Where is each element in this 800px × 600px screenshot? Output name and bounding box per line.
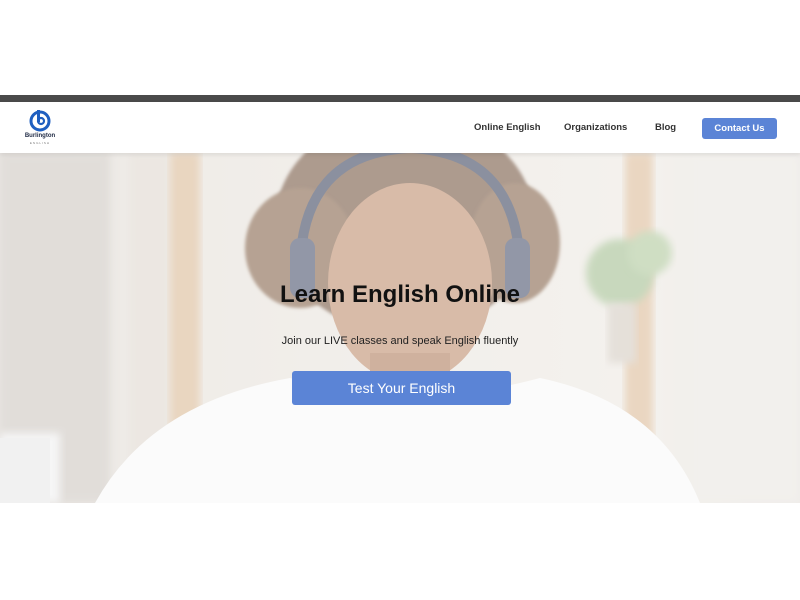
brand-subtitle: ENGLISH — [29, 141, 51, 145]
browser-top-bar — [0, 95, 800, 102]
hero-overlay — [0, 153, 800, 503]
brand-name: Burlington — [24, 133, 56, 139]
hero-title: Learn English Online — [279, 281, 521, 308]
hero-subtitle: Join our LIVE classes and speak English … — [281, 335, 519, 347]
contact-us-button[interactable]: Contact Us — [702, 118, 777, 139]
nav-online-english[interactable]: Online English — [474, 122, 541, 133]
nav-blog[interactable]: Blog — [655, 122, 676, 133]
test-your-english-button[interactable]: Test Your English — [292, 371, 511, 405]
site-header: Burlington ENGLISH Online English Organi… — [0, 102, 800, 153]
hero-section: Learn English Online Join our LIVE class… — [0, 153, 800, 503]
page: Burlington ENGLISH Online English Organi… — [0, 0, 800, 600]
brand-logo[interactable]: Burlington ENGLISH — [18, 108, 62, 150]
nav-organizations[interactable]: Organizations — [564, 122, 627, 133]
b-circle-logo-icon — [29, 110, 51, 132]
